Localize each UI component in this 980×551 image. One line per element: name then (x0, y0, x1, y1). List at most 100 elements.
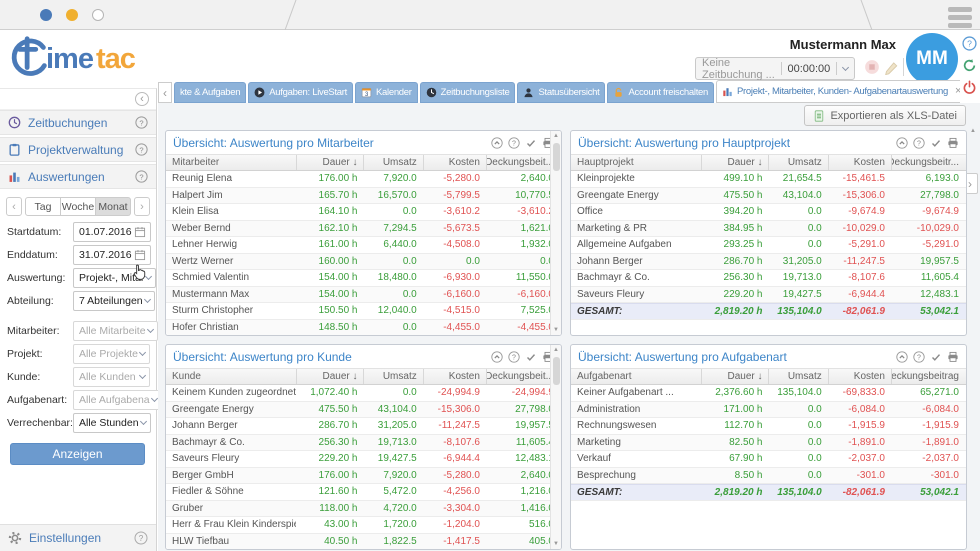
sidebar-item-zeitbuchungen[interactable]: Zeitbuchungen? (0, 110, 156, 135)
print-icon[interactable] (947, 351, 959, 363)
table-row[interactable]: Besprechung8.50 h0.0-301.0-301.0 (571, 468, 966, 485)
help-icon[interactable]: ? (508, 137, 520, 149)
column-header-dauer[interactable]: Dauer ↓ (701, 369, 768, 384)
table-row[interactable]: Herr & Frau Klein Kinderspielzeug43.00 h… (166, 517, 561, 534)
collapse-icon[interactable] (491, 351, 503, 363)
verrechenbar-select[interactable]: Alle Stunden (73, 413, 151, 433)
column-header-deckungsbeitrag[interactable]: Deckungsbeitrag (891, 369, 966, 384)
tab-aufgaben-livestart[interactable]: Aufgaben: LiveStart (248, 82, 353, 103)
kunde-select[interactable]: Alle Kunden (73, 367, 150, 387)
collapse-icon[interactable] (491, 137, 503, 149)
help-icon[interactable]: ? (913, 137, 925, 149)
calendar-icon[interactable] (134, 249, 146, 261)
help-icon[interactable]: ? (134, 531, 148, 545)
column-header-umsatz[interactable]: Umsatz (363, 155, 422, 170)
collapse-icon[interactable] (896, 351, 908, 363)
help-icon[interactable]: ? (135, 116, 148, 129)
scroll-thumb[interactable] (553, 357, 560, 385)
period-next-button[interactable]: › (134, 197, 150, 216)
table-row[interactable]: Klein Elisa164.10 h0.0-3,610.2-3,610.2 (166, 204, 561, 221)
column-header-dauer[interactable]: Dauer ↓ (296, 369, 363, 384)
table-row[interactable]: Fiedler & Söhne121.60 h5,472.0-4,256.01,… (166, 484, 561, 501)
abteilung-select[interactable]: 7 Abteilungen (73, 291, 155, 311)
projekt-select[interactable]: Alle Projekte (73, 344, 150, 364)
period-prev-button[interactable]: ‹ (6, 197, 22, 216)
table-row[interactable]: Bachmayr & Co.256.30 h19,713.0-8,107.611… (571, 270, 966, 287)
table-row[interactable]: Hofer Christian148.50 h0.0-4,455.0-4,455… (166, 320, 561, 337)
scroll-thumb[interactable] (553, 143, 560, 171)
stop-icon[interactable] (864, 59, 880, 75)
anzeigen-button[interactable]: Anzeigen (10, 443, 145, 465)
table-row[interactable]: Kleinprojekte499.10 h21,654.5-15,461.56,… (571, 171, 966, 188)
table-row[interactable]: Johann Berger286.70 h31,205.0-11,247.519… (166, 418, 561, 435)
table-scrollbar[interactable]: ▲▼ (550, 345, 561, 549)
table-row[interactable]: Schmied Valentin154.00 h18,480.0-6,930.0… (166, 270, 561, 287)
table-row[interactable]: Marketing82.50 h0.0-1,891.0-1,891.0 (571, 435, 966, 452)
help-icon[interactable]: ? (913, 351, 925, 363)
table-row[interactable]: Rechnungswesen112.70 h0.0-1,915.9-1,915.… (571, 418, 966, 435)
column-header-umsatz[interactable]: Umsatz (768, 155, 827, 170)
column-header-umsatz[interactable]: Umsatz (768, 369, 827, 384)
tab-statusübersicht[interactable]: Statusübersicht (517, 82, 605, 103)
table-row[interactable]: Saveurs Fleury229.20 h19,427.5-6,944.412… (571, 287, 966, 304)
column-header-kunde[interactable]: Kunde (166, 371, 296, 382)
column-header-kosten[interactable]: Kosten (828, 369, 891, 384)
window-dot-blue[interactable] (40, 9, 52, 21)
refresh-icon[interactable] (962, 58, 977, 73)
period-tag-button[interactable]: Tag (25, 197, 61, 216)
table-row[interactable]: Johann Berger286.70 h31,205.0-11,247.519… (571, 254, 966, 271)
column-header-deckungsbeitr[interactable]: Deckungsbeitr... (891, 155, 966, 170)
tab-kalender[interactable]: 3Kalender (355, 82, 418, 103)
avatar[interactable]: MM (906, 33, 958, 85)
table-row[interactable]: Berger GmbH176.00 h7,920.0-5,280.02,640.… (166, 468, 561, 485)
help-icon[interactable]: ? (962, 36, 977, 51)
sidebar-item-auswertungen[interactable]: Auswertungen? (0, 164, 156, 189)
timer-control[interactable]: Keine Zeitbuchung ... 00:00:00 (695, 57, 855, 80)
table-row[interactable]: Allgemeine Aufgaben293.25 h0.0-5,291.0-5… (571, 237, 966, 254)
tab-scroll-left[interactable]: ‹ (158, 82, 172, 103)
table-row[interactable]: Mustermann Max154.00 h0.0-6,160.0-6,160.… (166, 287, 561, 304)
window-dot-white[interactable] (92, 9, 104, 21)
calendar-icon[interactable] (134, 226, 146, 238)
sidebar-item-projektverwaltung[interactable]: Projektverwaltung? (0, 137, 156, 162)
auswertung-select[interactable]: Projekt-, Mitar (73, 268, 156, 288)
table-row[interactable]: Marketing & PR384.95 h0.0-10,029.0-10,02… (571, 221, 966, 238)
table-row[interactable]: Gruber118.00 h4,720.0-3,304.01,416.0 (166, 501, 561, 518)
scroll-down-icon[interactable]: ▼ (553, 539, 559, 549)
table-row[interactable]: Verkauf67.90 h0.0-2,037.0-2,037.0 (571, 451, 966, 468)
check-icon[interactable] (930, 351, 942, 363)
table-row[interactable]: HLW Tiefbau40.50 h1,822.5-1,417.5405.0 (166, 534, 561, 551)
tab-zeitbuchungsliste[interactable]: Zeitbuchungsliste (420, 82, 516, 103)
check-icon[interactable] (525, 351, 537, 363)
scroll-down-icon[interactable]: ▼ (553, 325, 559, 335)
tab-projekt-mitarbeiter-kunden-aufgabenartau[interactable]: Projekt-, Mitarbeiter, Kunden- Aufgabena… (716, 80, 960, 103)
close-icon[interactable]: × (955, 86, 960, 97)
table-row[interactable]: Wertz Werner160.00 h0.00.00.0 (166, 254, 561, 271)
help-icon[interactable]: ? (135, 170, 148, 183)
column-header-kosten[interactable]: Kosten (423, 155, 486, 170)
table-row[interactable]: Greengate Energy475.50 h43,104.0-15,306.… (571, 188, 966, 205)
table-row[interactable]: Sturm Christopher150.50 h12,040.0-4,515.… (166, 303, 561, 320)
window-dot-yellow[interactable] (66, 9, 78, 21)
tab-kte-aufgaben[interactable]: kte & Aufgaben (174, 82, 246, 103)
mitarbeiter-select[interactable]: Alle Mitarbeite (73, 321, 158, 341)
sidebar-collapse-icon[interactable]: ‹ (135, 92, 149, 106)
table-row[interactable]: Weber Bernd162.10 h7,294.5-5,673.51,621.… (166, 221, 561, 238)
table-row[interactable]: Bachmayr & Co.256.30 h19,713.0-8,107.611… (166, 435, 561, 452)
column-header-kosten[interactable]: Kosten (828, 155, 891, 170)
scroll-up-icon[interactable]: ▲ (553, 345, 559, 355)
table-scrollbar[interactable]: ▲▼ (550, 131, 561, 335)
table-row[interactable]: Reunig Elena176.00 h7,920.0-5,280.02,640… (166, 171, 561, 188)
help-icon[interactable]: ? (135, 143, 148, 156)
check-icon[interactable] (930, 137, 942, 149)
table-row[interactable]: Keiner Aufgabenart ...2,376.60 h135,104.… (571, 385, 966, 402)
period-woche-button[interactable]: Woche (61, 197, 96, 216)
table-row[interactable]: Administration171.00 h0.0-6,084.0-6,084.… (571, 402, 966, 419)
check-icon[interactable] (525, 137, 537, 149)
aufgabenart-select[interactable]: Alle Aufgabena (73, 390, 162, 410)
collapse-icon[interactable] (896, 137, 908, 149)
export-xls-button[interactable]: Exportieren als XLS-Datei (804, 105, 966, 126)
enddatum-date-input[interactable]: 31.07.2016 (73, 245, 151, 265)
column-header-dauer[interactable]: Dauer ↓ (296, 155, 363, 170)
column-header-mitarbeiter[interactable]: Mitarbeiter (166, 157, 296, 168)
